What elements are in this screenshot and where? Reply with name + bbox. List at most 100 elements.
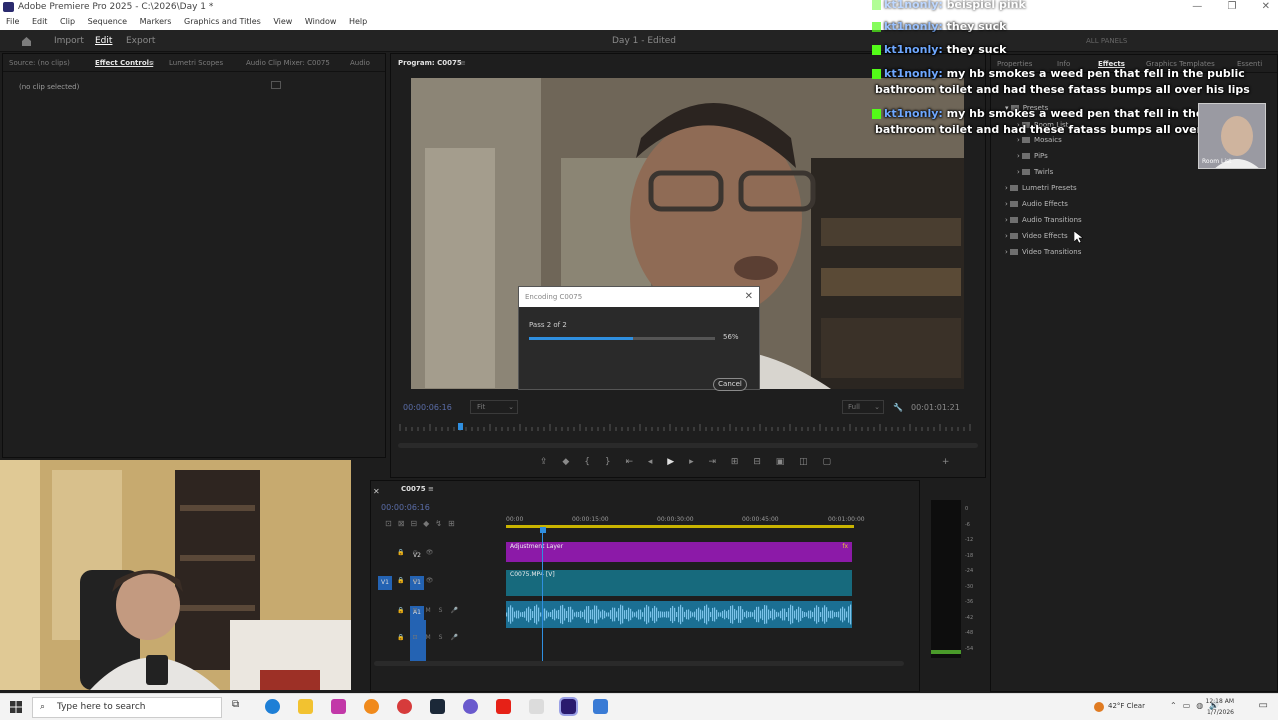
wrench-icon[interactable]: 🔧 xyxy=(893,403,903,412)
timeline-ruler[interactable]: 00:00 00:00:15:00 00:00:30:00 00:00:45:0… xyxy=(506,514,906,528)
video-clip[interactable]: C0075.MP4 [V] xyxy=(506,570,852,596)
tab-export[interactable]: Export xyxy=(126,30,155,52)
edge-icon[interactable] xyxy=(265,699,280,714)
weather-icon[interactable] xyxy=(1094,702,1104,712)
audio-clip[interactable] xyxy=(506,601,852,628)
close-window-button[interactable]: ✕ xyxy=(1262,1,1270,12)
waveform-bar xyxy=(704,605,706,624)
notifications-icon[interactable]: ▭ xyxy=(1259,700,1268,711)
playhead-handle[interactable] xyxy=(540,527,546,533)
windows-start-icon[interactable] xyxy=(10,701,22,713)
program-playhead[interactable] xyxy=(458,423,463,430)
export-frame-icon[interactable] xyxy=(271,81,281,89)
adjustment-layer-clip[interactable]: Adjustment Layer fx xyxy=(506,542,852,562)
pass-text: Pass 2 of 2 xyxy=(529,321,567,329)
waveform-bar xyxy=(616,611,618,618)
steam-icon[interactable] xyxy=(430,699,445,714)
program-timecode[interactable]: 00:00:06:16 xyxy=(403,403,452,412)
waveform-bar xyxy=(534,606,536,623)
menu-graphics[interactable]: Graphics and Titles xyxy=(184,17,261,26)
tree-item-video-effects[interactable]: › Video Effects xyxy=(1005,232,1068,240)
program-title[interactable]: Program: C0075 xyxy=(398,54,462,72)
tree-item-twirls[interactable]: › Twirls xyxy=(1017,168,1053,176)
step-forward-icon[interactable]: ▸ xyxy=(689,457,694,467)
obs-icon[interactable] xyxy=(463,699,478,714)
tab-audio-clip-mixer[interactable]: Audio Clip Mixer: C0075 xyxy=(246,54,330,71)
tree-item-video-transitions[interactable]: › Video Transitions xyxy=(1005,248,1081,256)
tab-audio[interactable]: Audio xyxy=(350,54,370,71)
menu-help[interactable]: Help xyxy=(349,17,367,26)
program-duration: 00:01:01:21 xyxy=(911,403,960,412)
waveform-bar xyxy=(768,609,770,620)
firefox-icon[interactable] xyxy=(364,699,379,714)
tab-lumetri-scopes[interactable]: Lumetri Scopes xyxy=(169,54,223,71)
overwrite-icon[interactable]: ⊟ xyxy=(753,457,761,467)
meter-scale-label: -18 xyxy=(965,552,974,559)
cancel-button[interactable]: Cancel xyxy=(713,378,747,391)
menu-window[interactable]: Window xyxy=(305,17,337,26)
youtube-icon[interactable] xyxy=(496,699,511,714)
a1-track-controls[interactable]: 🔒⊡MS🎤 xyxy=(397,607,466,614)
program-scrubber[interactable] xyxy=(398,423,976,433)
task-view-icon[interactable]: ⧉ xyxy=(232,699,247,714)
app-icon-red[interactable] xyxy=(397,699,412,714)
taskbar-clock[interactable]: 12:18 AM 1/7/2026 xyxy=(1206,696,1234,718)
v2-track-controls[interactable]: 🔒◎👁 xyxy=(397,549,441,556)
app-icon-purple[interactable] xyxy=(331,699,346,714)
source-patch-v1[interactable]: V1 xyxy=(378,576,392,590)
menu-sequence[interactable]: Sequence xyxy=(88,17,127,26)
tab-edit[interactable]: Edit xyxy=(95,30,112,52)
taskbar-search-input[interactable]: ⌕ Type here to search xyxy=(32,697,222,718)
dialog-close-icon[interactable]: ✕ xyxy=(745,287,753,307)
v1-track-controls[interactable]: 🔒◎👁 xyxy=(397,577,441,584)
tree-item-audio-effects[interactable]: › Audio Effects xyxy=(1005,200,1068,208)
go-to-in-icon[interactable]: ⇤ xyxy=(625,457,633,467)
add-button-icon[interactable]: + xyxy=(942,457,950,467)
zoom-scrollbar[interactable] xyxy=(398,443,978,448)
quality-dropdown[interactable]: Full ⌄ xyxy=(842,400,884,414)
play-icon[interactable]: ▶ xyxy=(667,457,674,467)
safe-margins-icon[interactable]: ▢ xyxy=(823,457,832,467)
insert-icon[interactable]: ⊞ xyxy=(731,457,739,467)
lift-icon[interactable]: ⇪ xyxy=(540,457,548,467)
weather-text[interactable]: 42°F Clear xyxy=(1108,702,1145,710)
waveform-bar xyxy=(678,606,680,623)
timeline-timecode[interactable]: 00:00:06:16 xyxy=(381,503,430,512)
export-frame-icon[interactable]: ▣ xyxy=(776,457,785,467)
waveform-bar xyxy=(836,611,838,618)
menu-clip[interactable]: Clip xyxy=(60,17,75,26)
app-icon-gray[interactable] xyxy=(529,699,544,714)
timeline-tools[interactable]: ⊡⊠⊟◆↯⊞ xyxy=(385,519,461,528)
tree-item-pips[interactable]: › PiPs xyxy=(1017,152,1048,160)
program-menu-icon[interactable]: ≡ xyxy=(460,54,466,72)
tree-item-lumetri-presets[interactable]: › Lumetri Presets xyxy=(1005,184,1077,192)
timeline-scrollbar[interactable] xyxy=(374,661,904,666)
work-area-bar[interactable] xyxy=(506,525,854,528)
premiere-taskbar-icon[interactable] xyxy=(559,697,578,716)
timeline-menu-icon[interactable]: ≡ xyxy=(428,485,434,493)
step-back-icon[interactable]: ◂ xyxy=(648,457,653,467)
tree-item-audio-transitions[interactable]: › Audio Transitions xyxy=(1005,216,1082,224)
menu-edit[interactable]: Edit xyxy=(32,17,48,26)
menu-view[interactable]: View xyxy=(273,17,292,26)
mark-out-icon[interactable]: } xyxy=(605,457,611,467)
comparison-view-icon[interactable]: ◫ xyxy=(799,457,808,467)
mark-in-icon[interactable]: { xyxy=(584,457,590,467)
a2-track-controls[interactable]: 🔒⊡MS🎤 xyxy=(397,634,466,641)
tab-effect-controls[interactable]: Effect Controls xyxy=(95,54,153,71)
timeline-playhead[interactable] xyxy=(542,527,543,662)
menu-file[interactable]: File xyxy=(6,17,19,26)
waveform-bar xyxy=(532,611,534,618)
timeline-close-icon[interactable]: ✕ xyxy=(373,487,380,496)
tab-import[interactable]: Import xyxy=(54,30,84,52)
app-icon-blue[interactable] xyxy=(593,699,608,714)
home-icon[interactable] xyxy=(21,36,32,46)
fit-dropdown[interactable]: Fit ⌄ xyxy=(470,400,518,414)
tab-sequence[interactable]: C0075 xyxy=(401,485,426,493)
file-explorer-icon[interactable] xyxy=(298,699,313,714)
go-to-out-icon[interactable]: ⇥ xyxy=(708,457,716,467)
menu-markers[interactable]: Markers xyxy=(140,17,172,26)
marker-icon[interactable]: ◆ xyxy=(562,457,569,467)
panel-menu-icon[interactable]: ≡ xyxy=(149,54,155,71)
tab-source[interactable]: Source: (no clips) xyxy=(9,54,70,71)
